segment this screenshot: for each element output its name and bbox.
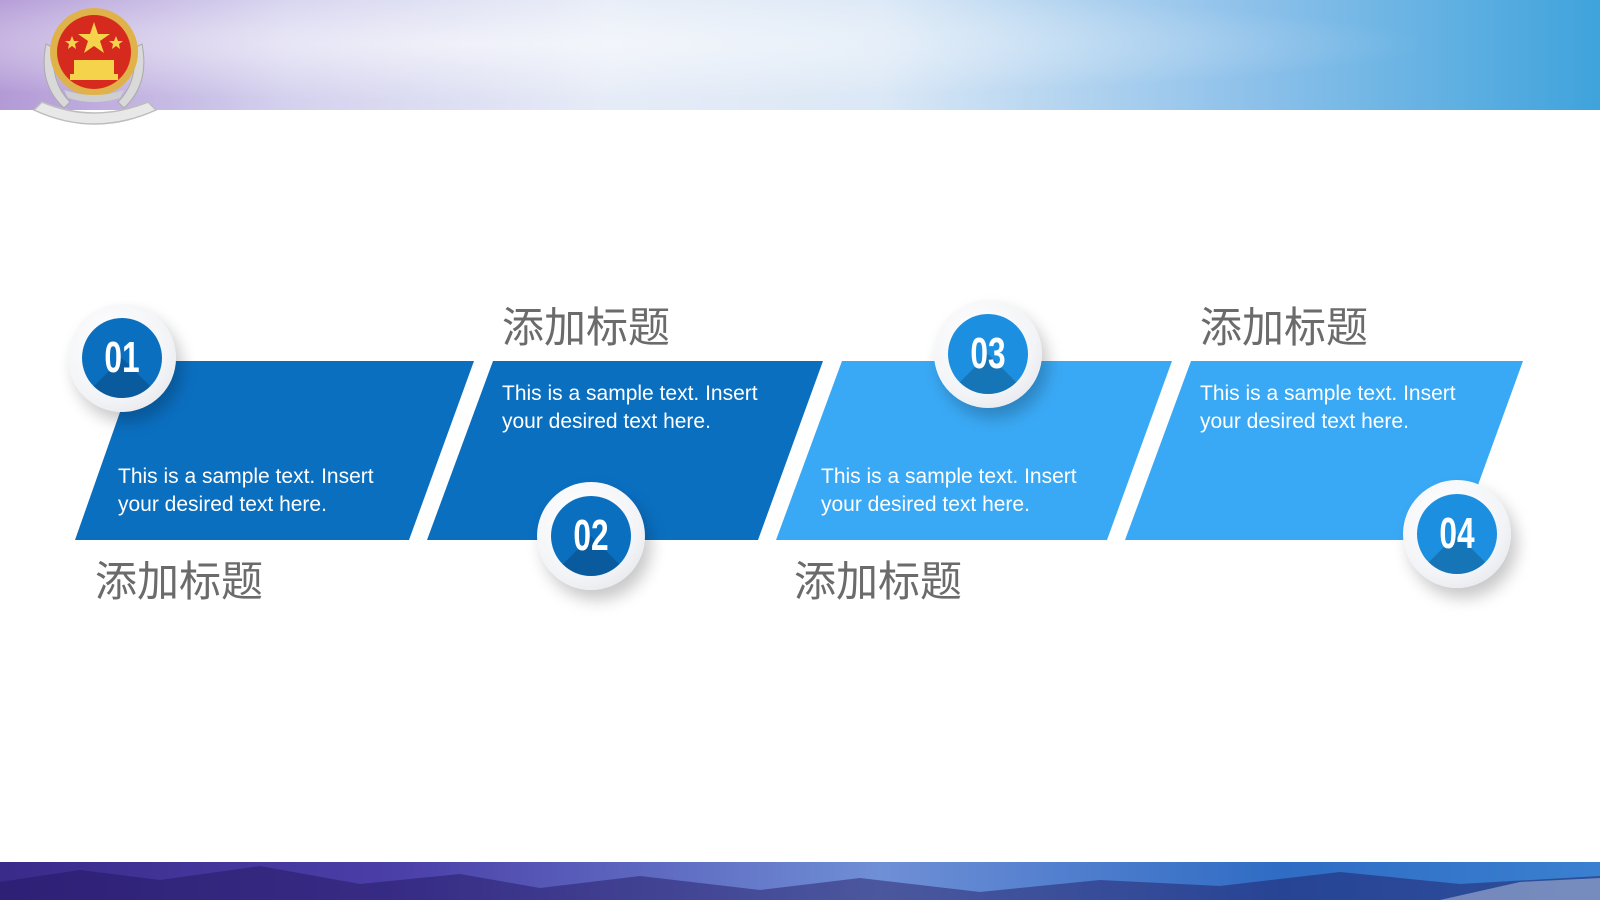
step-1-text: This is a sample text. Insert your desir… — [118, 465, 374, 516]
step-3-heading: 添加标题 — [794, 557, 963, 606]
step-3-text: This is a sample text. Insert your desir… — [821, 465, 1077, 516]
mountain-silhouette — [0, 866, 1600, 900]
step-4-heading: 添加标题 — [1200, 303, 1369, 352]
step-2-number: 02 — [573, 511, 609, 560]
step-ribbon — [75, 361, 1523, 540]
step-3-number: 03 — [970, 329, 1006, 378]
step-3-badge: 03 — [934, 300, 1042, 408]
step-1-number: 01 — [104, 333, 140, 382]
step-2-text: This is a sample text. Insert your desir… — [502, 382, 758, 433]
step-4-text: This is a sample text. Insert your desir… — [1200, 382, 1456, 433]
bottom-banner — [0, 862, 1600, 900]
step-2-badge: 02 — [537, 482, 645, 590]
step-1-heading: 添加标题 — [95, 557, 264, 606]
step-4-number: 04 — [1439, 509, 1475, 558]
step-1-badge: 01 — [68, 304, 176, 412]
step-4-badge: 04 — [1403, 480, 1511, 588]
step-2-heading: 添加标题 — [502, 303, 671, 352]
